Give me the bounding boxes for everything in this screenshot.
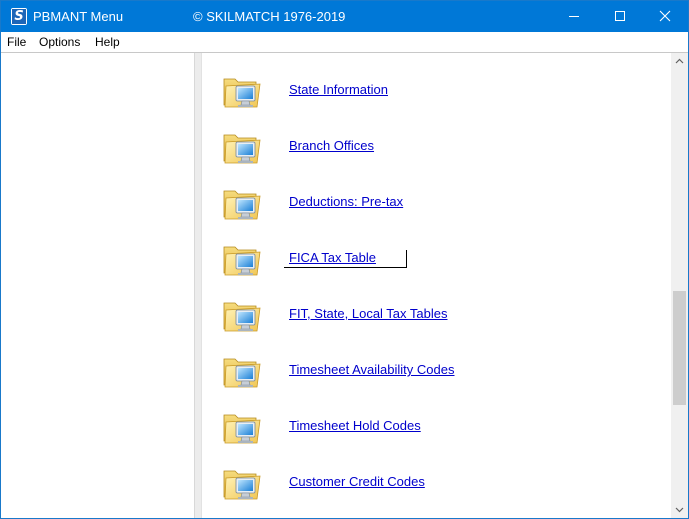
title-bar[interactable]: S PBMANT Menu © SKILMATCH 1976-2019 bbox=[1, 1, 688, 32]
folder-computer-icon[interactable] bbox=[222, 127, 262, 167]
app-icon[interactable]: S bbox=[11, 8, 27, 25]
list-item[interactable]: Deductions: Pre-tax bbox=[202, 180, 671, 232]
menu-link[interactable]: Customer Credit Codes bbox=[289, 474, 425, 490]
list-item[interactable]: FICA Tax Table bbox=[202, 236, 671, 288]
folder-computer-icon bbox=[222, 53, 262, 55]
menu-link[interactable]: FICA Tax Table bbox=[284, 250, 407, 268]
menu-link[interactable]: State Information bbox=[289, 82, 388, 98]
menu-bar: File Options Help bbox=[1, 32, 688, 53]
list-item[interactable]: Timesheet Hold Codes bbox=[202, 404, 671, 456]
minimize-icon bbox=[569, 16, 579, 17]
scroll-up-arrow-icon[interactable] bbox=[671, 53, 688, 70]
maximize-icon bbox=[615, 11, 625, 21]
folder-computer-icon[interactable] bbox=[222, 295, 262, 335]
folder-computer-icon[interactable] bbox=[222, 407, 262, 447]
maximize-button[interactable] bbox=[597, 1, 643, 32]
list-item[interactable]: State Information bbox=[202, 68, 671, 120]
window-title: PBMANT Menu bbox=[33, 9, 124, 24]
pane-splitter[interactable] bbox=[194, 53, 202, 518]
folder-computer-icon[interactable] bbox=[222, 183, 262, 223]
menu-link[interactable]: FIT, State, Local Tax Tables bbox=[289, 306, 448, 322]
menu-help[interactable]: Help bbox=[95, 35, 120, 49]
menu-link[interactable]: Deductions: Pre-tax bbox=[289, 194, 403, 210]
list-item[interactable]: Customer Credit Codes bbox=[202, 460, 671, 512]
folder-computer-icon[interactable] bbox=[222, 71, 262, 111]
menu-options[interactable]: Options bbox=[39, 35, 80, 49]
menu-link[interactable]: Branch Offices bbox=[289, 138, 374, 154]
minimize-button[interactable] bbox=[551, 1, 597, 32]
app-window: S PBMANT Menu © SKILMATCH 1976-2019 File… bbox=[0, 0, 689, 519]
menu-file[interactable]: File bbox=[7, 35, 26, 49]
menu-list: State Information Branch Offices Deduction… bbox=[202, 53, 671, 518]
folder-computer-icon[interactable] bbox=[222, 351, 262, 391]
list-item[interactable]: Timesheet Availability Codes bbox=[202, 348, 671, 400]
close-icon bbox=[659, 10, 671, 22]
list-item[interactable]: FIT, State, Local Tax Tables bbox=[202, 292, 671, 344]
list-item-partial bbox=[202, 53, 671, 67]
scroll-thumb[interactable] bbox=[673, 291, 686, 405]
scroll-down-arrow-icon[interactable] bbox=[671, 501, 688, 518]
app-icon-letter: S bbox=[12, 9, 26, 24]
close-button[interactable] bbox=[642, 1, 688, 32]
menu-link[interactable]: Timesheet Availability Codes bbox=[289, 362, 454, 378]
list-item[interactable]: Branch Offices bbox=[202, 124, 671, 176]
left-pane[interactable] bbox=[1, 53, 194, 518]
folder-computer-icon[interactable] bbox=[222, 463, 262, 503]
folder-computer-icon[interactable] bbox=[222, 239, 262, 279]
vertical-scrollbar[interactable] bbox=[671, 53, 688, 518]
menu-link[interactable]: Timesheet Hold Codes bbox=[289, 418, 421, 434]
copyright-text: © SKILMATCH 1976-2019 bbox=[193, 9, 346, 24]
